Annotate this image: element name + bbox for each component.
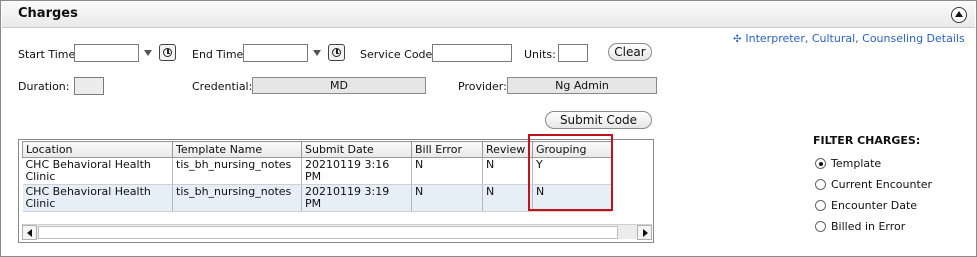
service-code-input[interactable] [432, 44, 512, 62]
cell-location: CHC Behavioral Health Clinic [22, 157, 173, 185]
table-header-row: Location Template Name Submit Date Bill … [22, 141, 612, 158]
cell-submit-date: 20210119 3:19 PM [301, 184, 412, 212]
collapse-icon[interactable] [951, 7, 967, 23]
table-row[interactable]: CHC Behavioral Health Clinic tis_bh_nurs… [22, 157, 612, 185]
table-row[interactable]: CHC Behavioral Health Clinic tis_bh_nurs… [22, 184, 612, 212]
clear-button[interactable]: Clear [608, 43, 652, 61]
duration-input[interactable] [74, 77, 104, 95]
end-time-input[interactable] [243, 44, 308, 62]
arrow-left-icon [27, 229, 32, 237]
column-header-bill-error[interactable]: Bill Error [411, 141, 483, 158]
cell-bill-error: N [411, 157, 483, 185]
horizontal-scrollbar[interactable] [22, 224, 652, 240]
cell-submit-date: 20210119 3:16 PM [301, 157, 412, 185]
cell-review: N [482, 157, 533, 185]
radio-icon[interactable] [815, 179, 826, 190]
end-time-clock-icon[interactable] [328, 44, 345, 61]
units-input[interactable] [558, 44, 588, 62]
credential-field: MD [252, 77, 426, 94]
column-header-submit-date[interactable]: Submit Date [301, 141, 412, 158]
panel-header: Charges [2, 2, 975, 28]
arrow-right-icon [643, 229, 648, 237]
start-time-dropdown-icon[interactable] [144, 50, 152, 56]
credential-label: Credential: [192, 80, 253, 93]
units-label: Units: [524, 48, 556, 61]
filter-option-label: Current Encounter [831, 178, 933, 191]
charges-panel: Charges ✣ Interpreter, Cultural, Counseli… [0, 0, 977, 257]
service-code-label: Service Code: [360, 48, 437, 61]
provider-field: Ng Admin [507, 77, 657, 94]
submit-code-button[interactable]: Submit Code [545, 111, 652, 129]
end-time-dropdown-icon[interactable] [313, 50, 321, 56]
filter-option-label: Encounter Date [831, 199, 918, 212]
cell-template: tis_bh_nursing_notes [172, 157, 302, 185]
column-header-review[interactable]: Review [482, 141, 533, 158]
start-time-input[interactable] [74, 44, 139, 62]
duration-label: Duration: [18, 80, 70, 93]
radio-icon[interactable] [815, 221, 826, 232]
provider-label: Provider: [458, 80, 507, 93]
column-header-template-name[interactable]: Template Name [172, 141, 302, 158]
filter-option-label: Billed in Error [831, 220, 906, 233]
filter-option-label: Template [831, 157, 882, 170]
radio-selected-icon[interactable] [815, 158, 826, 169]
radio-icon[interactable] [815, 200, 826, 211]
end-time-label: End Time: [192, 48, 248, 61]
interpreter-details-link[interactable]: ✣ Interpreter, Cultural, Counseling Detai… [733, 32, 965, 45]
cell-bill-error: N [411, 184, 483, 212]
interpreter-details-label: Interpreter, Cultural, Counseling Detail… [745, 32, 965, 45]
panel-title: Charges [18, 6, 78, 21]
plus-icon: ✣ [733, 34, 742, 45]
start-time-clock-icon[interactable] [159, 44, 176, 61]
filter-charges-title: FILTER CHARGES: [813, 134, 921, 147]
column-header-location[interactable]: Location [22, 141, 173, 158]
charges-table: Location Template Name Submit Date Bill … [22, 141, 612, 212]
cell-location: CHC Behavioral Health Clinic [22, 184, 173, 212]
start-time-label: Start Time: [18, 48, 79, 61]
cell-review: N [482, 184, 533, 212]
grouping-highlight [528, 134, 613, 211]
scroll-left-button[interactable] [22, 225, 37, 240]
cell-template: tis_bh_nursing_notes [172, 184, 302, 212]
scroll-thumb[interactable] [38, 226, 618, 239]
scroll-right-button[interactable] [637, 225, 652, 240]
